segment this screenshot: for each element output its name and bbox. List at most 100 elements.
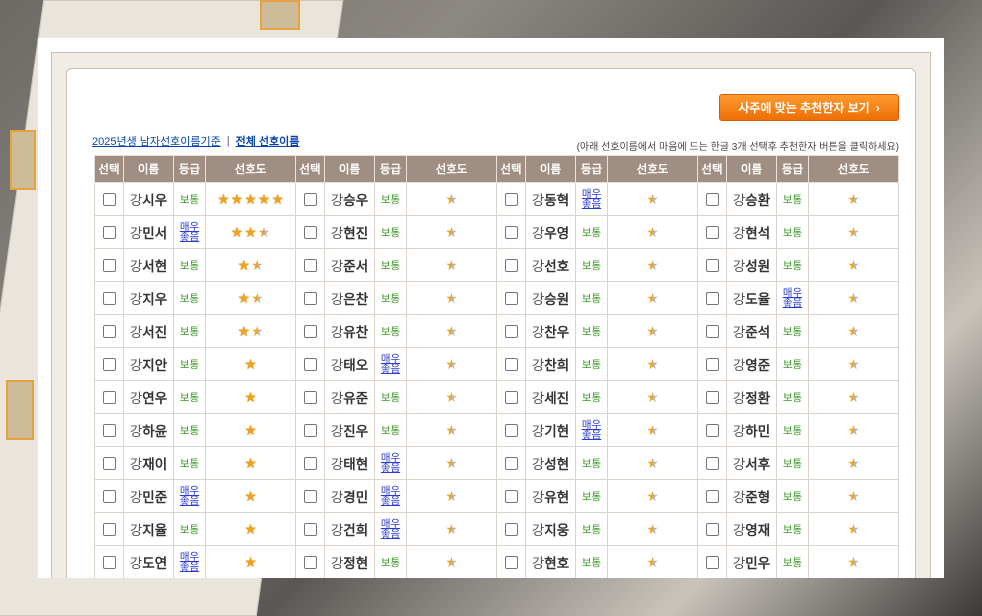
name-checkbox[interactable] xyxy=(504,325,518,339)
name-checkbox[interactable] xyxy=(303,424,317,438)
name-checkbox[interactable] xyxy=(303,226,317,240)
grade-badge-good[interactable]: 매우 좋음 xyxy=(381,452,400,473)
name-checkbox[interactable] xyxy=(504,490,518,504)
grade-badge-good[interactable]: 매우 좋음 xyxy=(582,419,601,440)
name-checkbox[interactable] xyxy=(303,325,317,339)
name-checkbox[interactable] xyxy=(705,523,719,537)
name-checkbox[interactable] xyxy=(705,259,719,273)
name-checkbox[interactable] xyxy=(705,325,719,339)
name-checkbox[interactable] xyxy=(705,226,719,240)
name-cell: 강하민 xyxy=(726,413,777,447)
name-checkbox[interactable] xyxy=(504,424,518,438)
name-checkbox[interactable] xyxy=(102,226,116,240)
recommend-hanja-button[interactable]: 사주에 맞는 추천한자 보기 › xyxy=(719,94,899,121)
preference-stars: ★ xyxy=(847,258,860,272)
name-checkbox[interactable] xyxy=(705,556,719,570)
name-checkbox[interactable] xyxy=(303,556,317,570)
name-checkbox[interactable] xyxy=(705,457,719,471)
star-icon: ★ xyxy=(217,190,230,207)
name-checkbox[interactable] xyxy=(504,259,518,273)
name-checkbox[interactable] xyxy=(102,523,116,537)
grade-cell: 보통 xyxy=(575,446,608,480)
name-checkbox[interactable] xyxy=(303,358,317,372)
preference-cell: ★ xyxy=(205,413,296,447)
name-checkbox[interactable] xyxy=(504,391,518,405)
name-cell: 강현석 xyxy=(726,215,777,249)
surname-text: 강 xyxy=(129,457,143,472)
all-names-link[interactable]: 전체 선호이름 xyxy=(236,133,300,149)
grade-badge-good[interactable]: 매우 좋음 xyxy=(381,518,400,539)
select-cell xyxy=(94,380,124,414)
name-checkbox[interactable] xyxy=(504,193,518,207)
grade-badge-good[interactable]: 매우 좋음 xyxy=(180,221,199,242)
name-checkbox[interactable] xyxy=(705,391,719,405)
name-checkbox[interactable] xyxy=(504,358,518,372)
grade-badge-good[interactable]: 매우 좋음 xyxy=(582,188,601,209)
grade-badge-good[interactable]: 매우 좋음 xyxy=(180,485,199,506)
grade-badge-normal: 보통 xyxy=(581,491,602,503)
preference-cell: ★ xyxy=(406,347,497,381)
grade-cell: 보통 xyxy=(173,512,206,546)
name-checkbox[interactable] xyxy=(102,556,116,570)
name-checkbox[interactable] xyxy=(303,490,317,504)
name-checkbox[interactable] xyxy=(504,556,518,570)
name-checkbox[interactable] xyxy=(102,193,116,207)
preference-stars: ★ xyxy=(847,423,860,437)
name-checkbox[interactable] xyxy=(102,490,116,504)
grade-badge-good[interactable]: 매우 좋음 xyxy=(783,287,802,308)
given-name-text: 서후 xyxy=(745,457,771,472)
name-checkbox[interactable] xyxy=(102,292,116,306)
name-checkbox[interactable] xyxy=(303,391,317,405)
given-name-text: 서진 xyxy=(142,325,168,340)
name-checkbox[interactable] xyxy=(303,259,317,273)
given-name-text: 태오 xyxy=(343,358,369,373)
name-checkbox[interactable] xyxy=(504,457,518,471)
given-name-text: 성현 xyxy=(544,457,570,472)
name-checkbox[interactable] xyxy=(705,490,719,504)
name-cell: 강은찬 xyxy=(324,281,375,315)
name-checkbox[interactable] xyxy=(504,292,518,306)
name-checkbox[interactable] xyxy=(102,391,116,405)
surname-text: 강 xyxy=(129,292,143,307)
name-cell: 강찬희 xyxy=(525,347,576,381)
instruction-text: (아래 선호이름에서 마음에 드는 한글 3개 선택후 추천한자 버튼을 클릭하… xyxy=(576,142,899,153)
preference-cell: ★ xyxy=(607,248,698,282)
half-star-icon: ★ xyxy=(445,256,458,273)
name-checkbox[interactable] xyxy=(504,226,518,240)
name-checkbox[interactable] xyxy=(102,457,116,471)
preference-cell: ★ xyxy=(808,413,899,447)
name-checkbox[interactable] xyxy=(102,259,116,273)
name-checkbox[interactable] xyxy=(303,457,317,471)
select-cell xyxy=(295,281,325,315)
name-checkbox[interactable] xyxy=(504,523,518,537)
name-checkbox[interactable] xyxy=(303,292,317,306)
table-row: 강시우 보통 ★ ★ ★ ★ ★ 강승우 보통 ★ 강동혁 매우 좋음 ★ 강승환 보통 ★ xyxy=(94,182,899,216)
name-checkbox[interactable] xyxy=(705,292,719,306)
grade-badge-good[interactable]: 매우 좋음 xyxy=(179,550,200,572)
grade-good-line1: 매우 xyxy=(179,550,200,563)
name-checkbox[interactable] xyxy=(102,424,116,438)
preference-stars: ★ xyxy=(847,489,860,503)
grade-badge-normal: 보통 xyxy=(581,557,602,569)
name-checkbox[interactable] xyxy=(705,424,719,438)
name-cell: 강승환 xyxy=(726,182,777,216)
name-checkbox[interactable] xyxy=(303,523,317,537)
grade-badge-good[interactable]: 매우 좋음 xyxy=(381,353,400,374)
name-checkbox[interactable] xyxy=(102,325,116,339)
given-name-text: 승원 xyxy=(544,292,570,307)
select-cell xyxy=(94,215,124,249)
header-name: 이름 xyxy=(123,155,174,183)
name-checkbox[interactable] xyxy=(303,193,317,207)
name-checkbox[interactable] xyxy=(705,193,719,207)
name-checkbox[interactable] xyxy=(705,358,719,372)
grade-badge-good[interactable]: 매우 좋음 xyxy=(381,485,400,506)
year-basis-link[interactable]: 2025년생 남자선호이름기준 xyxy=(92,133,221,149)
grade-cell: 보통 xyxy=(575,479,608,513)
grade-cell: 보통 xyxy=(776,512,809,546)
grade-cell: 보통 xyxy=(374,380,407,414)
grade-badge-normal: 보통 xyxy=(581,326,602,338)
name-checkbox[interactable] xyxy=(102,358,116,372)
select-cell xyxy=(697,545,727,578)
select-cell xyxy=(94,182,124,216)
select-cell xyxy=(94,347,124,381)
